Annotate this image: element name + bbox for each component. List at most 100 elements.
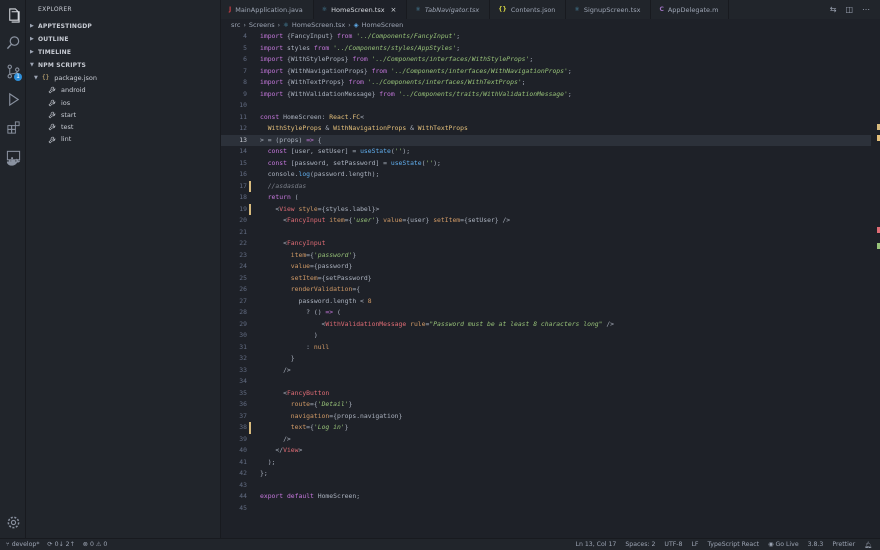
code-line[interactable]: 41 );: [221, 457, 871, 469]
status-bar: ⑂ develop* ⟳ 0↓ 2↑ ⊗ 0 ⚠ 0 Ln 13, Col 17…: [0, 538, 880, 550]
code-line[interactable]: 5 import styles from '../Components/style…: [221, 43, 871, 55]
tab-label: TabNavigator.tsx: [424, 5, 480, 14]
code-line[interactable]: 11 const HomeScreen: React.FC<: [221, 112, 871, 124]
tab-homescreen-tsx[interactable]: ⚛ HomeScreen.tsx ×: [313, 0, 408, 19]
settings-gear-icon[interactable]: [0, 509, 26, 535]
code-line[interactable]: 8 import {WithTextProps} from '../Compone…: [221, 77, 871, 89]
code-line[interactable]: 45: [221, 503, 871, 515]
npm-script-test[interactable]: test: [26, 121, 220, 133]
code-line[interactable]: 35 <FancyButton: [221, 388, 871, 400]
code-line[interactable]: 10: [221, 100, 871, 112]
line-number: 15: [239, 158, 247, 167]
code-line[interactable]: 43: [221, 480, 871, 492]
code-line[interactable]: 12 WithStyleProps & WithNavigationProps …: [221, 123, 871, 135]
line-number: 9: [243, 89, 247, 98]
go-live-button[interactable]: ◉ Go Live: [768, 541, 799, 549]
code-text: <FancyInput item={'user'} value={user} s…: [260, 216, 511, 224]
npm-script-lint[interactable]: lint: [26, 133, 220, 145]
code-line[interactable]: 39 />: [221, 434, 871, 446]
code-line[interactable]: 42};: [221, 468, 871, 480]
code-line[interactable]: 25 setItem={setPassword}: [221, 273, 871, 285]
tab-appdelegate-m[interactable]: C AppDelegate.m: [651, 0, 730, 19]
code-line[interactable]: 14 const [user, setUser] = useState('');: [221, 146, 871, 158]
code-line[interactable]: 33 />: [221, 365, 871, 377]
ts-version[interactable]: 3.8.3: [808, 541, 824, 549]
notifications-bell-icon[interactable]: 🔔︎: [864, 541, 872, 549]
language-mode[interactable]: TypeScript React: [707, 541, 759, 549]
line-number: 41: [239, 457, 247, 466]
tab-contents-json[interactable]: {} Contents.json: [490, 0, 567, 19]
line-number: 32: [239, 354, 247, 362]
npm-script-label: android: [61, 86, 86, 95]
code-line[interactable]: 30 ): [221, 330, 871, 342]
indentation[interactable]: Spaces: 2: [625, 541, 655, 549]
code-line[interactable]: 31 : null: [221, 342, 871, 354]
code-line[interactable]: 6 import {WithStyleProps} from '../Compon…: [221, 54, 871, 66]
code-line[interactable]: 26 renderValidation={: [221, 284, 871, 296]
sync-indicator[interactable]: ⟳ 0↓ 2↑: [47, 541, 74, 548]
code-line[interactable]: 34: [221, 376, 871, 388]
code-line[interactable]: 22 <FancyInput: [221, 238, 871, 250]
code-text: );: [260, 457, 276, 466]
tab-signupscreen-tsx[interactable]: ⚛ SignupScreen.tsx: [566, 0, 652, 19]
npm-script-android[interactable]: android: [26, 84, 220, 96]
code-line[interactable]: 13 > = (props) => {: [221, 134, 871, 146]
code-line[interactable]: 15 const [password, setPassword] = useSt…: [221, 158, 871, 170]
code-line[interactable]: 7 import {WithNavigationProps} from '../C…: [221, 66, 871, 78]
code-editor[interactable]: 4 import {FancyInput} from '../Components…: [221, 31, 880, 538]
source-control-icon[interactable]: [0, 58, 26, 84]
code-text: };: [260, 469, 268, 477]
npm-script-ios[interactable]: ios: [26, 97, 220, 109]
code-line[interactable]: 20 <FancyInput item={'user'} value={user…: [221, 215, 871, 227]
split-editor-icon[interactable]: ◫: [845, 5, 853, 14]
breadcrumb-screens[interactable]: Screens: [249, 21, 275, 29]
code-line[interactable]: 24 value={password}: [221, 261, 871, 273]
code-text: renderValidation={: [290, 285, 361, 293]
run-debug-icon[interactable]: [0, 86, 26, 112]
tab-tabnavigator-tsx[interactable]: ⚛ TabNavigator.tsx: [407, 0, 491, 19]
explorer-files-icon[interactable]: [0, 2, 26, 28]
problems-indicator[interactable]: ⊗ 0 ⚠ 0: [83, 541, 108, 548]
section-outline[interactable]: ▶ OUTLINE: [26, 33, 220, 46]
code-line[interactable]: 32 }: [221, 353, 871, 365]
code-line[interactable]: 37 navigation={props.navigation}: [221, 411, 871, 423]
code-line[interactable]: 21: [221, 227, 871, 239]
cursor-position[interactable]: Ln 13, Col 17: [576, 541, 617, 549]
more-actions-icon[interactable]: ⋯: [862, 5, 870, 14]
breadcrumb-symbol[interactable]: HomeScreen: [362, 21, 404, 29]
breadcrumb-file[interactable]: HomeScreen.tsx: [292, 21, 345, 29]
branch-indicator[interactable]: ⑂ develop*: [6, 541, 39, 548]
code-line[interactable]: 28 ? () => (: [221, 307, 871, 319]
code-line[interactable]: 9 import {WithValidationMessage} from '..…: [221, 89, 871, 101]
code-line[interactable]: 36 route={'Detail'}: [221, 399, 871, 411]
npm-script-start[interactable]: start: [26, 109, 220, 121]
docker-icon[interactable]: [0, 148, 26, 174]
code-line[interactable]: 4 import {FancyInput} from '../Components…: [221, 31, 871, 43]
code-line[interactable]: 40 </View>: [221, 445, 871, 457]
section-npm-scripts[interactable]: ▼ NPM SCRIPTS: [26, 59, 220, 72]
extensions-icon[interactable]: [0, 114, 26, 140]
prettier-status[interactable]: Prettier: [832, 541, 855, 549]
npm-package-item[interactable]: ▼ {} package.json: [26, 72, 220, 84]
tab-mainapplication-java[interactable]: J MainApplication.java: [221, 0, 314, 19]
code-line[interactable]: 44 export default HomeScreen;: [221, 491, 871, 503]
breadcrumb-src[interactable]: src: [231, 21, 241, 29]
search-icon[interactable]: [0, 29, 26, 55]
section-workspace[interactable]: ▶ APPTESTINGDP: [26, 20, 220, 33]
close-icon[interactable]: ×: [391, 6, 397, 14]
code-line[interactable]: 19 <View style={styles.label}>: [221, 203, 871, 215]
code-line[interactable]: 23 item={'password'}: [221, 250, 871, 262]
line-number: 19: [239, 204, 247, 213]
encoding[interactable]: UTF-8: [664, 541, 682, 549]
section-timeline[interactable]: ▶ TIMELINE: [26, 46, 220, 59]
code-line[interactable]: 38 text={'Log in'}: [221, 422, 871, 434]
code-line[interactable]: 16 console.log(password.length);: [221, 169, 871, 181]
explorer-title: EXPLORER: [38, 6, 72, 13]
end-of-line[interactable]: LF: [691, 541, 698, 549]
code-line[interactable]: 17 //asdasdas: [221, 180, 871, 192]
compare-changes-icon[interactable]: ⇆: [830, 5, 837, 14]
modified-line-marker: [249, 180, 251, 192]
code-line[interactable]: 18 return (: [221, 192, 871, 204]
code-line[interactable]: 27 password.length < 8: [221, 296, 871, 308]
code-line[interactable]: 29 <WithValidationMessage rule="Password…: [221, 319, 871, 331]
